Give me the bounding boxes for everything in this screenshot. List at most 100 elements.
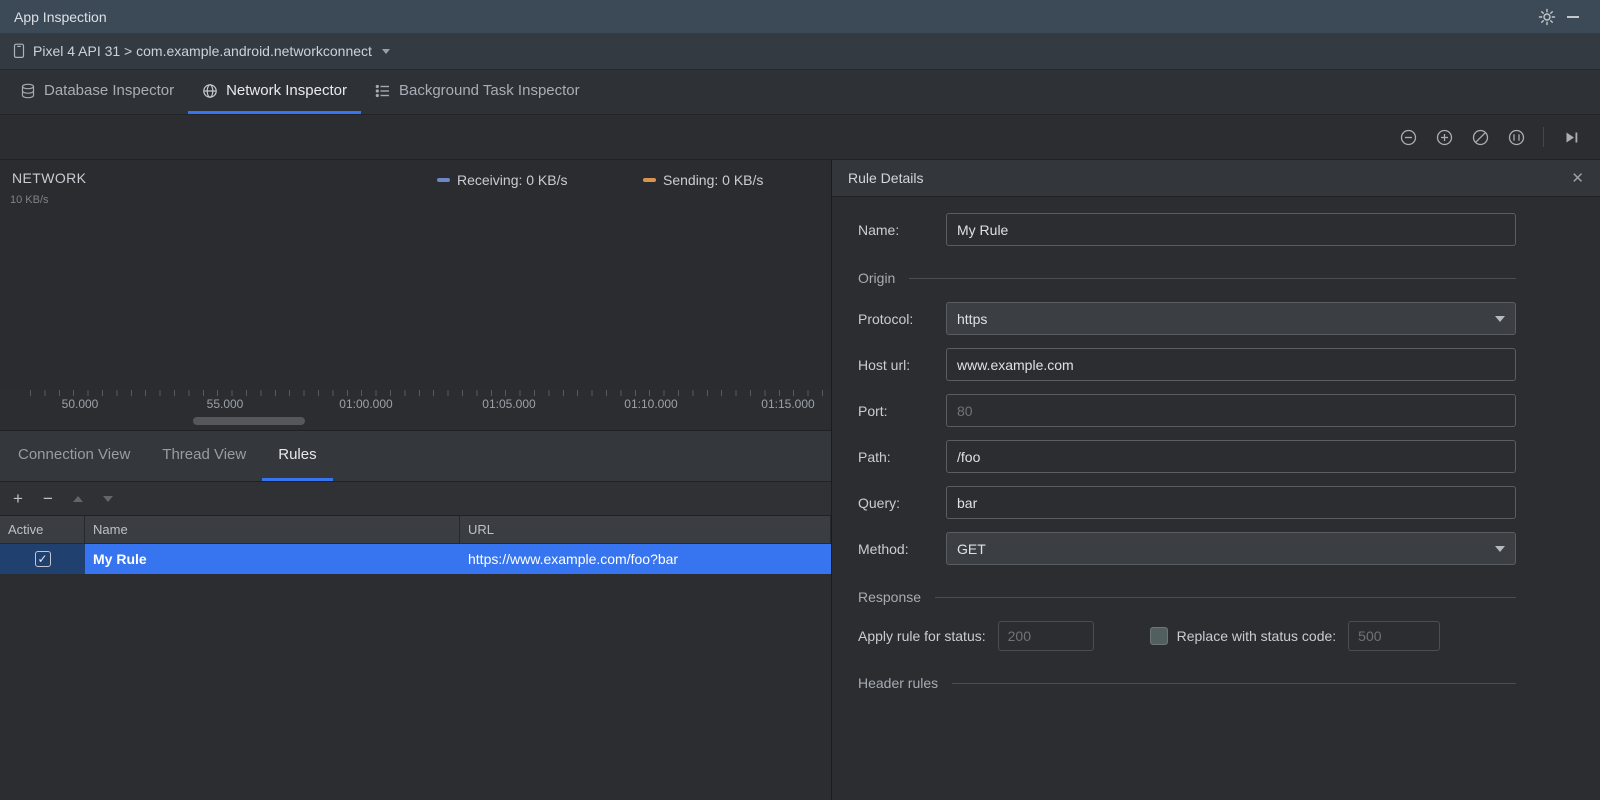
minimize-icon[interactable]	[1560, 4, 1586, 30]
tab-rules[interactable]: Rules	[262, 431, 333, 481]
title-bar: App Inspection	[0, 0, 1600, 33]
section-divider	[909, 277, 1516, 279]
process-selector[interactable]: Pixel 4 API 31 > com.example.android.net…	[0, 33, 1600, 70]
inspector-tabs: Database Inspector Network Inspector Bac…	[0, 70, 1600, 115]
zoom-in-icon[interactable]	[1431, 124, 1457, 150]
globe-icon	[203, 83, 217, 98]
method-label: Method:	[858, 540, 909, 557]
reset-zoom-icon[interactable]	[1467, 124, 1493, 150]
window-title: App Inspection	[14, 8, 107, 25]
task-list-icon	[375, 84, 389, 97]
protocol-label: Protocol:	[858, 310, 914, 327]
timeline-axis: 50.000 55.000 01:00.000 01:05.000 01:10.…	[0, 390, 831, 414]
host-label: Host url:	[858, 356, 911, 373]
header-rules-section-label: Header rules	[858, 675, 939, 691]
network-inspector-pane: NETWORK 10 KB/s Receiving: 0 KB/s Sendin…	[0, 160, 832, 800]
tab-label: Database Inspector	[44, 82, 175, 99]
legend-sending: Sending: 0 KB/s	[643, 172, 763, 188]
zoom-out-icon[interactable]	[1395, 124, 1421, 150]
receiving-swatch-icon	[437, 178, 450, 182]
protocol-dropdown[interactable]: https	[946, 302, 1516, 335]
tab-connection-view[interactable]: Connection View	[2, 431, 146, 481]
tick-label: 55.000	[206, 397, 244, 411]
replace-status-input[interactable]	[1348, 621, 1441, 651]
vtab-label: Thread View	[162, 446, 247, 463]
rule-active-cell: ✓	[0, 544, 85, 574]
axis-tick-marks	[30, 390, 831, 396]
jump-to-live-icon[interactable]	[1558, 124, 1584, 150]
tick-label: 01:15.000	[761, 397, 815, 411]
header-rules-section-header: Header rules	[858, 675, 1516, 691]
method-dropdown[interactable]: GET	[946, 532, 1516, 565]
column-header-name[interactable]: Name	[85, 516, 460, 543]
chart-title: NETWORK	[12, 170, 87, 186]
tick-label: 50.000	[61, 397, 99, 411]
chevron-down-icon	[1495, 545, 1505, 552]
rules-toolbar: + −	[0, 482, 831, 516]
database-icon	[21, 83, 35, 98]
device-icon	[13, 43, 25, 58]
legend-receiving: Receiving: 0 KB/s	[437, 172, 568, 188]
host-row: Host url:	[858, 348, 1516, 381]
apply-status-input[interactable]	[997, 621, 1094, 651]
protocol-value: https	[957, 310, 988, 327]
add-rule-icon[interactable]: +	[6, 487, 30, 511]
move-up-icon[interactable]	[66, 487, 90, 511]
toolbar-separator	[1543, 127, 1544, 147]
host-input[interactable]	[946, 348, 1516, 381]
tab-database-inspector[interactable]: Database Inspector	[6, 70, 188, 114]
tick-label: 01:05.000	[482, 397, 536, 411]
rule-active-checkbox[interactable]: ✓	[34, 551, 51, 567]
y-axis-max-label: 10 KB/s	[10, 194, 49, 206]
origin-section-label: Origin	[858, 270, 896, 286]
close-icon[interactable]: ✕	[1571, 169, 1584, 187]
query-row: Query:	[858, 486, 1516, 519]
sending-swatch-icon	[643, 178, 656, 182]
timeline-toolbar	[0, 115, 1600, 160]
response-status-row: Apply rule for status: Replace with stat…	[858, 621, 1516, 651]
response-section-header: Response	[858, 589, 1516, 605]
name-input[interactable]	[946, 213, 1516, 246]
port-row: Port:	[858, 394, 1516, 427]
path-row: Path:	[858, 440, 1516, 473]
legend-sending-label: Sending: 0 KB/s	[663, 172, 764, 188]
vtab-label: Rules	[278, 446, 317, 463]
name-row: Name:	[858, 213, 1516, 246]
rule-name-cell[interactable]: My Rule	[85, 544, 460, 574]
apply-status-label: Apply rule for status:	[858, 628, 986, 644]
column-header-url[interactable]: URL	[460, 516, 831, 543]
zoom-to-selection-icon[interactable]	[1503, 124, 1529, 150]
tab-label: Background Task Inspector	[398, 82, 580, 99]
legend-receiving-label: Receiving: 0 KB/s	[457, 172, 568, 188]
rules-table-header: Active Name URL	[0, 516, 831, 544]
origin-section-header: Origin	[858, 270, 1516, 286]
query-label: Query:	[858, 494, 901, 511]
rule-details-form: Name: Origin Protocol: https Host url:	[832, 197, 1600, 800]
port-input[interactable]	[946, 394, 1516, 427]
rules-table-empty-area	[0, 574, 831, 800]
network-timeline-chart[interactable]: NETWORK 10 KB/s Receiving: 0 KB/s Sendin…	[0, 160, 831, 390]
app-inspection-window: App Inspection Pixel 4 API 31 > com.exam…	[0, 0, 1600, 800]
protocol-row: Protocol: https	[858, 302, 1516, 335]
query-input[interactable]	[946, 486, 1516, 519]
section-divider	[935, 596, 1516, 598]
path-input[interactable]	[946, 440, 1516, 473]
table-row[interactable]: ✓ My Rule https://www.example.com/foo?ba…	[0, 544, 831, 574]
settings-gear-icon[interactable]	[1534, 4, 1560, 30]
port-label: Port:	[858, 402, 888, 419]
remove-rule-icon[interactable]: −	[36, 487, 60, 511]
tick-label: 01:10.000	[624, 397, 678, 411]
replace-status-checkbox[interactable]	[1149, 627, 1168, 645]
tab-label: Network Inspector	[226, 82, 347, 99]
tab-background-task-inspector[interactable]: Background Task Inspector	[361, 70, 594, 114]
column-header-active[interactable]: Active	[0, 516, 85, 543]
section-divider	[952, 682, 1516, 684]
chevron-down-icon	[381, 48, 390, 54]
tab-thread-view[interactable]: Thread View	[146, 431, 262, 481]
rule-details-pane: Rule Details ✕ Name: Origin Protocol: ht…	[832, 160, 1600, 800]
timeline-scrollbar-thumb[interactable]	[193, 417, 305, 425]
method-row: Method: GET	[858, 532, 1516, 565]
move-down-icon[interactable]	[96, 487, 120, 511]
tab-network-inspector[interactable]: Network Inspector	[188, 70, 361, 114]
rule-url-cell[interactable]: https://www.example.com/foo?bar	[460, 544, 831, 574]
